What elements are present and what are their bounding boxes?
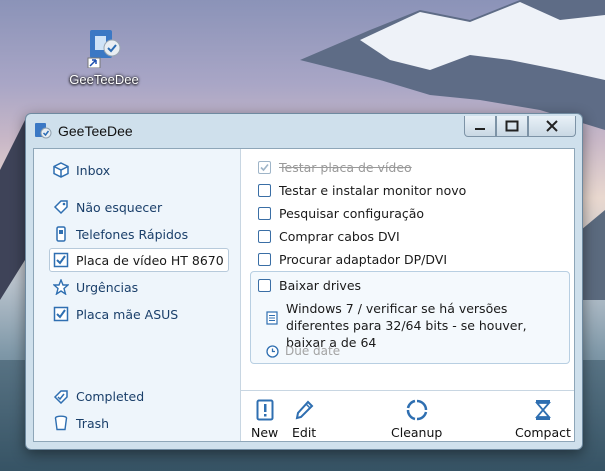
task-item[interactable]: Pesquisar configuração bbox=[258, 203, 424, 223]
task-label: Pesquisar configuração bbox=[279, 205, 425, 221]
sidebar-item-label: Telefones Rápidos bbox=[76, 226, 189, 242]
task-checkbox[interactable] bbox=[258, 252, 271, 266]
minimize-button[interactable] bbox=[464, 116, 496, 137]
sidebar-item-label: Não esquecer bbox=[76, 199, 163, 215]
sidebar-item-completed[interactable]: Completed bbox=[52, 385, 144, 407]
trash-icon bbox=[52, 414, 70, 432]
sidebar-item-nao-esquecer[interactable]: Não esquecer bbox=[52, 196, 162, 218]
sidebar: Inbox Não esquecer Telefones Rápidos Pla… bbox=[34, 149, 241, 441]
sidebar-item-label: Placa mãe ASUS bbox=[76, 306, 179, 322]
sidebar-item-label: Inbox bbox=[76, 162, 111, 178]
sidebar-item-inbox[interactable]: Inbox bbox=[52, 159, 110, 181]
task-label: Comprar cabos DVI bbox=[279, 228, 400, 244]
task-label: Baixar drives bbox=[279, 277, 362, 293]
sidebar-item-telefones[interactable]: Telefones Rápidos bbox=[52, 223, 188, 245]
maximize-button[interactable] bbox=[496, 116, 528, 137]
task-checkbox[interactable] bbox=[258, 160, 271, 174]
check-icon bbox=[260, 163, 269, 171]
desktop-shortcut[interactable]: GeeTeeDee bbox=[62, 28, 146, 87]
sidebar-item-placa-mae[interactable]: Placa mãe ASUS bbox=[52, 303, 178, 325]
due-date-field[interactable]: Due date bbox=[266, 344, 340, 358]
task-item[interactable]: Testar e instalar monitor novo bbox=[258, 180, 466, 200]
task-label: Testar placa de vídeo bbox=[279, 159, 412, 175]
task-item[interactable]: Procurar adaptador DP/DVI bbox=[258, 249, 447, 269]
desktop-shortcut-label: GeeTeeDee bbox=[69, 72, 139, 87]
edit-button[interactable]: Edit bbox=[292, 397, 316, 440]
task-checkbox[interactable] bbox=[258, 183, 271, 197]
window-title: GeeTeeDee bbox=[58, 123, 133, 139]
due-date-placeholder: Due date bbox=[285, 344, 341, 358]
app-shortcut-icon bbox=[86, 28, 122, 69]
app-icon bbox=[34, 122, 52, 140]
cleanup-label: Cleanup bbox=[391, 425, 443, 440]
close-button[interactable] bbox=[528, 116, 576, 137]
task-pane: Testar placa de vídeo Testar e instalar … bbox=[241, 149, 574, 441]
task-checkbox[interactable] bbox=[258, 229, 271, 243]
tag-icon bbox=[52, 198, 70, 216]
task-item[interactable]: Baixar drives bbox=[258, 275, 361, 295]
checklist-icon bbox=[52, 305, 70, 323]
clock-icon bbox=[266, 344, 279, 358]
inbox-icon bbox=[52, 161, 70, 179]
minimize-icon bbox=[475, 128, 485, 130]
task-label: Testar e instalar monitor novo bbox=[279, 182, 467, 198]
note-icon bbox=[266, 311, 278, 329]
window-client: Inbox Não esquecer Telefones Rápidos Pla… bbox=[33, 148, 575, 442]
checklist-icon bbox=[52, 251, 70, 269]
cleanup-icon bbox=[406, 397, 428, 421]
star-icon bbox=[52, 278, 70, 296]
task-checkbox[interactable] bbox=[258, 278, 271, 292]
new-button[interactable]: New bbox=[251, 397, 278, 440]
sidebar-item-label: Placa de vídeo HT 8670 bbox=[76, 252, 224, 268]
task-item[interactable]: Testar placa de vídeo bbox=[258, 157, 412, 177]
new-label: New bbox=[251, 425, 279, 440]
sidebar-item-urgencias[interactable]: Urgências bbox=[52, 276, 138, 298]
close-icon bbox=[546, 120, 558, 132]
task-label: Procurar adaptador DP/DVI bbox=[279, 251, 447, 267]
title-bar[interactable]: GeeTeeDee bbox=[26, 114, 582, 146]
sidebar-item-trash[interactable]: Trash bbox=[52, 412, 109, 434]
edit-label: Edit bbox=[292, 425, 317, 440]
edit-icon bbox=[294, 397, 314, 421]
hourglass-icon bbox=[534, 397, 552, 421]
task-checkbox[interactable] bbox=[258, 206, 271, 220]
sidebar-item-label: Trash bbox=[76, 415, 110, 431]
sidebar-item-label: Urgências bbox=[76, 279, 139, 295]
sidebar-item-placa-video[interactable]: Placa de vídeo HT 8670 bbox=[49, 248, 229, 272]
cleanup-button[interactable]: Cleanup bbox=[391, 397, 442, 440]
toolbar: New Edit Cleanup Compact bbox=[241, 390, 574, 441]
task-item[interactable]: Comprar cabos DVI bbox=[258, 226, 400, 246]
expanded-task[interactable]: Baixar drives Windows 7 / verificar se h… bbox=[250, 271, 570, 364]
compact-label: Compact bbox=[515, 425, 571, 440]
maximize-icon bbox=[505, 120, 519, 132]
window-controls bbox=[464, 116, 576, 137]
completed-icon bbox=[52, 387, 70, 405]
compact-button[interactable]: Compact bbox=[515, 397, 571, 440]
phone-icon bbox=[52, 225, 70, 243]
app-window: GeeTeeDee Inbox Não esquecer Telefones R… bbox=[25, 113, 583, 450]
new-icon bbox=[256, 397, 274, 421]
sidebar-item-label: Completed bbox=[76, 388, 145, 404]
